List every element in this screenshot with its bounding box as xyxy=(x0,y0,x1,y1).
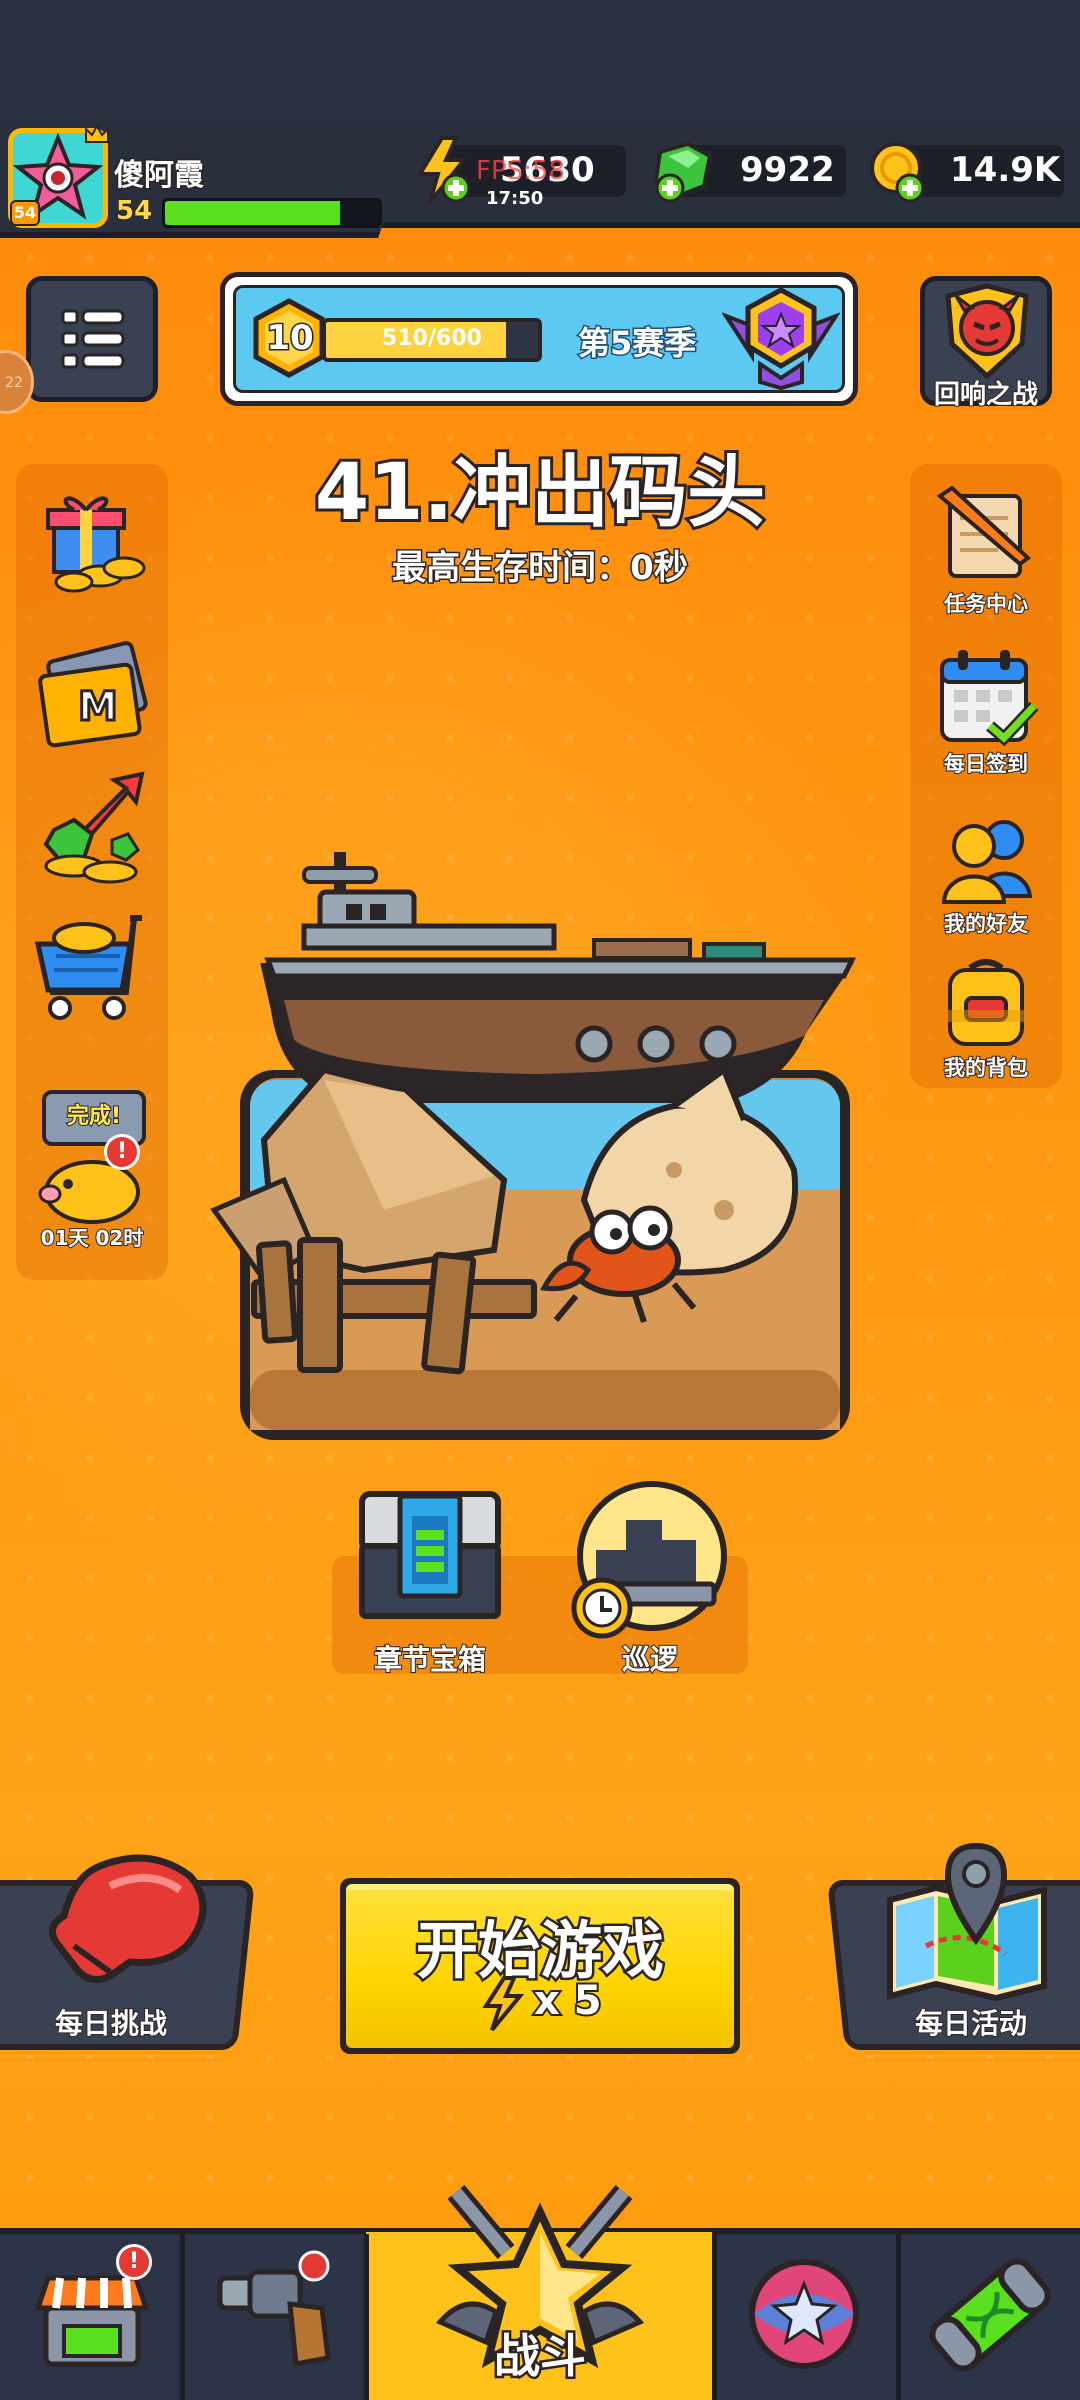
menu-button[interactable] xyxy=(26,276,158,402)
season-name: 第5赛季 xyxy=(576,323,697,364)
chapter-chest-label: 章节宝箱 xyxy=(373,1642,487,1677)
daily-activity-label: 每日活动 xyxy=(914,2006,1028,2041)
my-friends-label: 我的好友 xyxy=(943,911,1029,937)
season-level: 10 xyxy=(265,317,315,360)
battle-tab-label: 战斗 xyxy=(492,2327,589,2386)
green-gem-icon[interactable] xyxy=(648,136,718,206)
tab-weapons[interactable] xyxy=(210,2248,346,2378)
monthly-card-icon[interactable]: M xyxy=(32,636,156,752)
scroll-quill-icon[interactable] xyxy=(928,484,1044,584)
piggy-alert-badge: ! xyxy=(104,1134,140,1170)
start-game-label: 开始游戏 xyxy=(413,1912,666,1990)
energy-cost-value: x 5 xyxy=(532,1976,604,2026)
fps-overlay: FPS:58 xyxy=(476,156,565,186)
lightning-icon[interactable] xyxy=(412,136,476,206)
clock-overlay: 17:50 xyxy=(486,188,544,209)
svg-text:M: M xyxy=(78,684,118,730)
system-status-bar xyxy=(0,0,1080,118)
map-pin-icon xyxy=(876,1836,1056,2006)
gems-value: 9922 xyxy=(740,150,835,190)
list-menu-icon xyxy=(61,309,125,369)
gold-coin-icon[interactable] xyxy=(866,138,934,206)
friends-icon[interactable] xyxy=(932,810,1040,910)
echo-battle-label: 回响之战 xyxy=(933,379,1039,411)
stage-illustration[interactable] xyxy=(204,830,876,1450)
player-name: 傻阿霞 xyxy=(113,157,206,195)
calendar-check-icon[interactable] xyxy=(932,644,1040,752)
task-center-label: 任务中心 xyxy=(943,591,1029,617)
tab-talents[interactable] xyxy=(744,2254,864,2374)
avatar-level-badge: 54 xyxy=(10,200,40,226)
dna-capsule-icon xyxy=(929,2258,1051,2372)
boxing-glove-icon xyxy=(40,1846,220,1996)
star-orb-icon xyxy=(749,2259,859,2369)
season-progress-text: 510/600 xyxy=(382,326,482,351)
patrol-icon[interactable] xyxy=(566,1480,736,1640)
crown-icon xyxy=(84,123,110,144)
player-level: 54 xyxy=(115,195,153,227)
growth-fund-icon[interactable] xyxy=(34,770,152,890)
backpack-icon[interactable] xyxy=(936,954,1036,1054)
shop-cart-icon[interactable] xyxy=(30,904,154,1028)
chapter-chest-icon[interactable] xyxy=(354,1486,506,1624)
tab-genes[interactable] xyxy=(920,2248,1060,2382)
gift-icon[interactable] xyxy=(34,486,152,596)
revolver-icon xyxy=(217,2250,331,2367)
patrol-label: 巡逻 xyxy=(621,1642,679,1677)
energy-cost-icon xyxy=(480,1976,526,2032)
daily-challenge-label: 每日挑战 xyxy=(54,2006,168,2041)
demon-shield-icon xyxy=(938,282,1036,382)
shop-tab-badge: ! xyxy=(116,2244,152,2280)
season-rank-emblem-icon[interactable] xyxy=(720,286,842,391)
daily-signin-label: 每日签到 xyxy=(943,751,1029,777)
player-xp-bar xyxy=(162,198,382,228)
coins-value: 14.9K xyxy=(950,150,1061,190)
my-backpack-label: 我的背包 xyxy=(943,1055,1029,1081)
piggy-timer: 01天 02时 xyxy=(40,1225,145,1251)
